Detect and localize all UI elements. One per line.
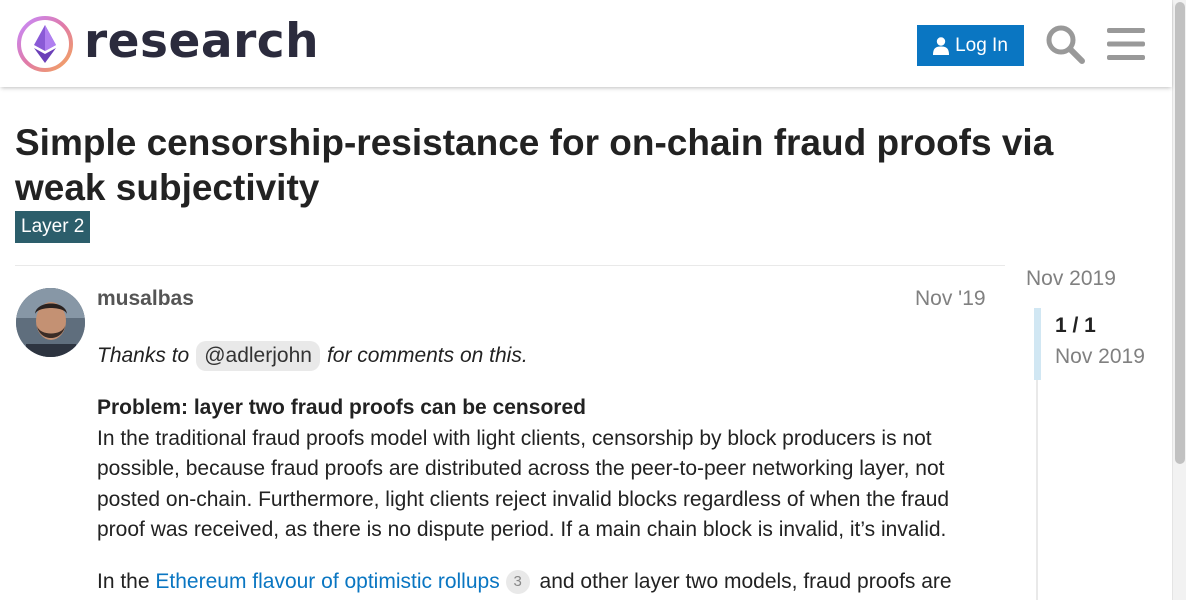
timeline-start-date[interactable]: Nov 2019 <box>1026 267 1116 291</box>
post-intro: Thanks to @adlerjohn for comments on thi… <box>97 338 987 374</box>
rollups-link[interactable]: Ethereum flavour of optimistic rollups <box>155 570 499 593</box>
topic-title[interactable]: Simple censorship-resistance for on-chai… <box>15 120 1055 210</box>
intro-text: Thanks to <box>97 343 190 367</box>
paragraph: In the Ethereum flavour of optimistic ro… <box>97 567 987 598</box>
timeline-handle[interactable] <box>1034 308 1041 380</box>
section-heading: Problem: layer two fraud proofs can be c… <box>97 396 586 419</box>
timeline-current-date: Nov 2019 <box>1055 345 1145 368</box>
post-date[interactable]: Nov '19 <box>915 287 986 311</box>
site-name[interactable]: research <box>84 14 319 69</box>
post-body: Thanks to @adlerjohn for comments on thi… <box>97 338 987 597</box>
user-mention[interactable]: @adlerjohn <box>196 341 320 371</box>
log-in-label: Log In <box>955 34 1008 56</box>
divider <box>15 265 1005 266</box>
scrollbar-thumb[interactable] <box>1175 2 1185 464</box>
logo-icon[interactable] <box>16 15 74 73</box>
category-badge[interactable]: Layer 2 <box>15 211 91 243</box>
post-username[interactable]: musalbas <box>97 287 194 311</box>
site-header: research Log In <box>0 0 1172 87</box>
paragraph-text: and other layer two models, fraud proofs… <box>539 569 952 593</box>
page-scrollbar[interactable] <box>1172 0 1186 600</box>
intro-text-end: for comments on this. <box>326 343 528 367</box>
user-icon <box>933 36 950 55</box>
menu-icon[interactable] <box>1107 27 1145 61</box>
avatar[interactable] <box>16 288 85 357</box>
paragraph-text: In the <box>97 569 150 593</box>
log-in-button[interactable]: Log In <box>917 25 1024 66</box>
search-icon[interactable] <box>1045 24 1085 64</box>
link-click-count: 3 <box>505 569 530 594</box>
paragraph: In the traditional fraud proofs model wi… <box>97 426 950 542</box>
avatar-image <box>16 288 85 357</box>
timeline-position: 1 / 1 <box>1055 314 1096 337</box>
